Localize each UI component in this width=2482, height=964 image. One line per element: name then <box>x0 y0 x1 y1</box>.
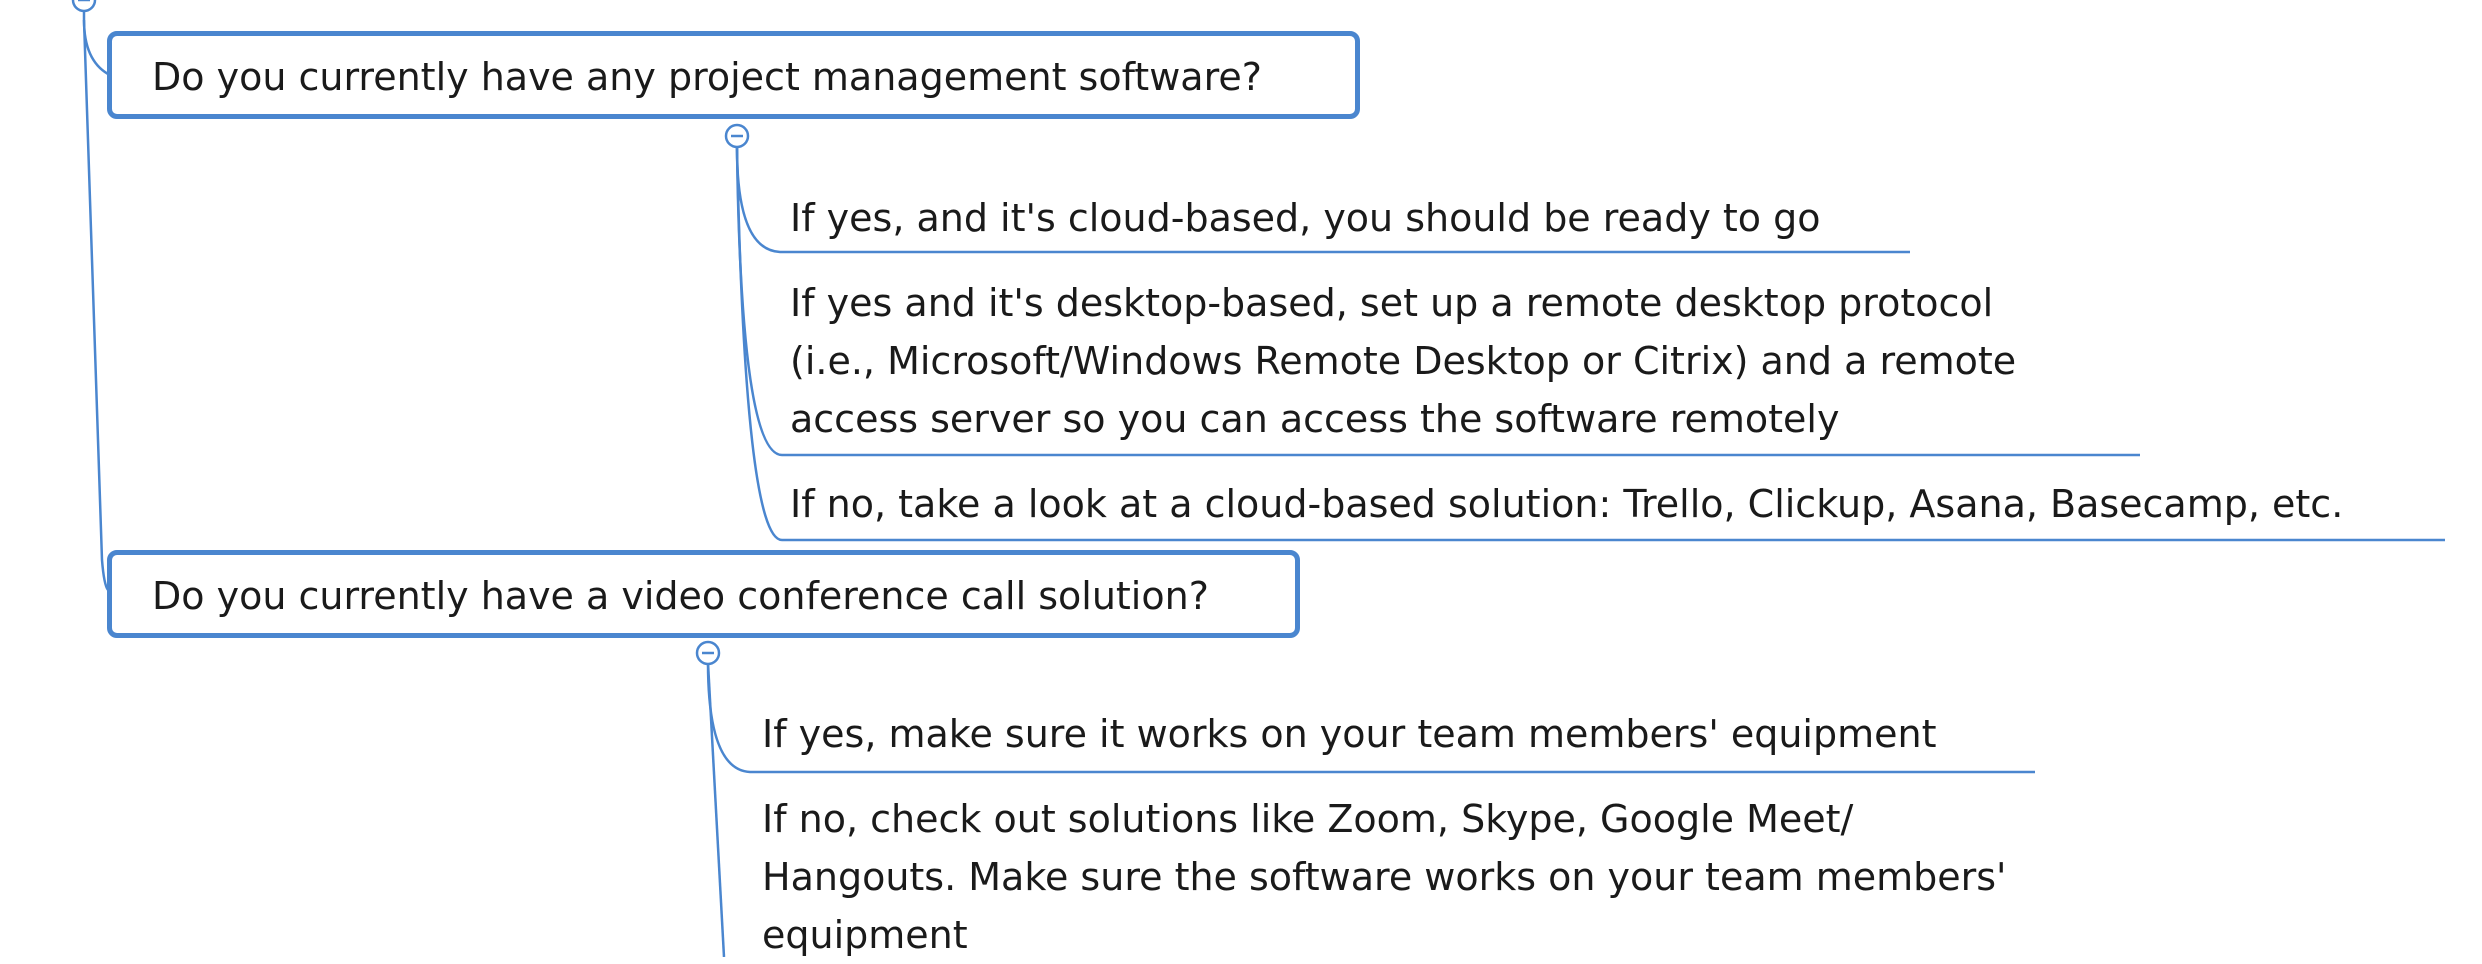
subtopic-line: access server so you can access the soft… <box>790 397 1840 441</box>
subtopic-line: If yes and it's desktop-based, set up a … <box>790 281 1994 325</box>
subtopic-line: (i.e., Microsoft/Windows Remote Desktop … <box>790 339 2017 383</box>
subtopic-line: Hangouts. Make sure the software works o… <box>762 855 2007 899</box>
collapse-toggle-root <box>71 0 97 13</box>
branch-2-2 <box>706 662 726 957</box>
subtopic-line: If no, take a look at a cloud-based solu… <box>790 482 2344 526</box>
topic-label: Do you currently have a video conference… <box>152 574 1209 618</box>
subtopic-line: If no, check out solutions like Zoom, Sk… <box>762 797 1854 841</box>
subtopic-cloud-based[interactable]: If yes, and it's cloud-based, you should… <box>790 189 1821 247</box>
subtopic-desktop-based[interactable]: If yes and it's desktop-based, set up a … <box>790 274 2016 448</box>
subtopic-video-no[interactable]: If no, check out solutions like Zoom, Sk… <box>762 790 2006 964</box>
topic-video-conference[interactable]: Do you currently have a video conference… <box>107 550 1300 638</box>
subtopic-line: equipment <box>762 913 968 957</box>
subtopic-line: If yes, make sure it works on your team … <box>762 712 1937 756</box>
subtopic-line: If yes, and it's cloud-based, you should… <box>790 196 1821 240</box>
trunk-connector-2 <box>82 19 110 591</box>
subtopic-no-pm-software[interactable]: If no, take a look at a cloud-based solu… <box>790 475 2343 533</box>
topic-label: Do you currently have any project manage… <box>152 55 1262 99</box>
subtopic-video-yes[interactable]: If yes, make sure it works on your team … <box>762 705 1937 763</box>
topic-project-management[interactable]: Do you currently have any project manage… <box>107 31 1360 119</box>
